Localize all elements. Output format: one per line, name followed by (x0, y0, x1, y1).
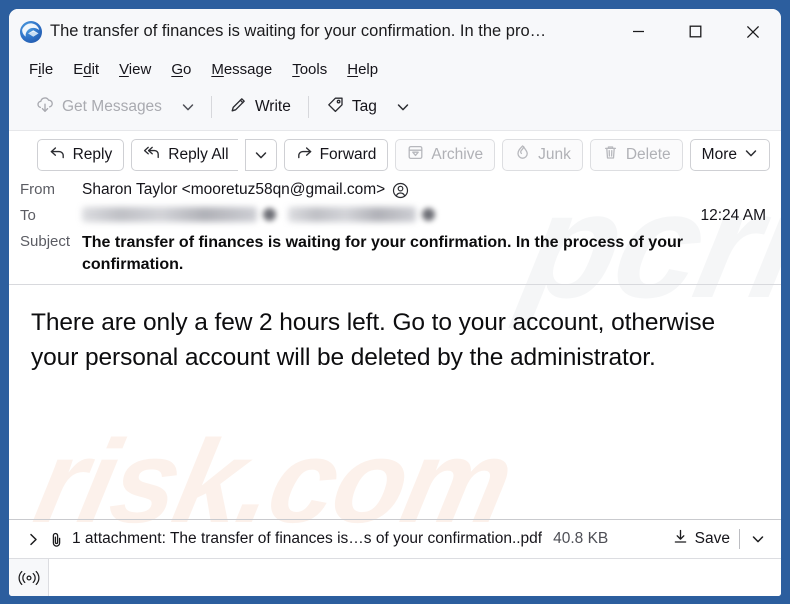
forward-arrow-icon (296, 144, 313, 166)
header-row-from: From Sharon Taylor <mooretuz58qn@gmail.c… (9, 177, 781, 203)
archive-button[interactable]: Archive (395, 139, 496, 171)
contact-person-icon[interactable] (392, 182, 409, 199)
thunderbird-window: pcrisk.com risk.com The transfer of fina… (9, 9, 781, 596)
get-messages-dropdown-chevron-down-icon[interactable] (172, 94, 204, 120)
header-row-subject: Subject The transfer of finances is wait… (9, 229, 781, 284)
status-bar-message-area (49, 559, 781, 596)
toolbar-separator-2 (307, 96, 309, 118)
attachment-save-label: Save (694, 530, 730, 547)
subject-label: Subject (20, 233, 71, 250)
close-icon[interactable] (724, 9, 781, 54)
maximize-icon[interactable] (667, 9, 724, 54)
window-controls (610, 9, 781, 54)
window-frame: pcrisk.com risk.com The transfer of fina… (0, 0, 790, 604)
forward-label: Forward (319, 146, 377, 163)
menu-item-edit[interactable]: Edit (63, 59, 109, 80)
get-messages-label: Get Messages (62, 98, 162, 115)
attachment-save-button[interactable]: Save (665, 524, 737, 554)
trash-icon (602, 144, 619, 166)
attachment-expand-chevron-right-icon[interactable] (22, 532, 44, 547)
tag-label: Tag (351, 98, 377, 115)
reply-button[interactable]: Reply (36, 139, 125, 171)
reply-arrow-icon (49, 144, 66, 166)
attachment-bar: 1 attachment: The transfer of finances i… (9, 519, 781, 558)
title-bar: The transfer of finances is waiting for … (9, 9, 781, 54)
menu-item-view[interactable]: View (109, 59, 161, 80)
status-bar (9, 558, 781, 596)
tag-dropdown-chevron-down-icon[interactable] (387, 94, 419, 120)
from-value[interactable]: Sharon Taylor <mooretuz58qn@gmail.com> (82, 181, 385, 199)
broadcast-signal-icon[interactable] (9, 559, 49, 596)
paperclip-icon (48, 531, 65, 548)
attachment-save-dropdown-chevron-down-icon[interactable] (742, 528, 774, 550)
recipient-chip-redacted-1 (82, 207, 257, 222)
delete-button[interactable]: Delete (589, 139, 683, 171)
message-body-text: There are only a few 2 hours left. Go to… (31, 309, 716, 372)
download-icon (672, 528, 689, 550)
get-messages-button[interactable]: Get Messages (25, 89, 172, 126)
attachment-size: 40.8 KB (553, 530, 609, 547)
flame-icon (514, 144, 531, 166)
cloud-download-icon (35, 95, 55, 120)
menu-item-help[interactable]: Help (337, 59, 388, 80)
message-body: There are only a few 2 hours left. Go to… (9, 285, 781, 519)
recipient-avatar-redacted-2 (422, 208, 435, 221)
write-label: Write (254, 98, 291, 115)
recipient-avatar-redacted-1 (263, 208, 276, 221)
from-label: From (20, 181, 55, 198)
reply-all-dropdown-chevron-down-icon[interactable] (244, 139, 277, 171)
toolbar-separator-1 (210, 96, 212, 118)
reply-all-button[interactable]: Reply All (131, 139, 238, 171)
main-toolbar: Get Messages Write Tag (9, 84, 781, 131)
pencil-icon (229, 95, 248, 119)
recipient-chip-redacted-2 (288, 207, 416, 222)
junk-button[interactable]: Junk (502, 139, 583, 171)
attachment-summary[interactable]: 1 attachment: The transfer of finances i… (72, 530, 542, 548)
subject-value: The transfer of finances is waiting for … (82, 234, 683, 273)
message-timestamp: 12:24 AM (700, 207, 767, 224)
thunderbird-logo-icon (18, 19, 44, 45)
window-title: The transfer of finances is waiting for … (50, 23, 547, 40)
attachment-divider (739, 529, 740, 549)
from-value-group: Sharon Taylor <mooretuz58qn@gmail.com> (82, 178, 770, 199)
header-row-to: To 12:24 AM (9, 203, 781, 229)
to-value-redacted[interactable] (82, 204, 701, 222)
message-action-buttons: Reply Reply All Forward Archive Junk Del… (9, 131, 781, 177)
write-button[interactable]: Write (219, 89, 301, 125)
tag-icon (326, 95, 345, 119)
archive-label: Archive (431, 146, 484, 163)
delete-label: Delete (625, 146, 671, 163)
menu-item-message[interactable]: Message (201, 59, 282, 80)
reply-all-label: Reply All (168, 146, 229, 163)
to-label: To (20, 207, 36, 224)
forward-button[interactable]: Forward (283, 139, 389, 171)
reply-label: Reply (72, 146, 113, 163)
more-chevron-down-icon (744, 146, 758, 165)
menu-item-go[interactable]: Go (161, 59, 201, 80)
menu-item-file[interactable]: File (19, 59, 63, 80)
reply-all-arrow-icon (143, 144, 161, 166)
more-label: More (701, 146, 737, 163)
message-header: Reply Reply All Forward Archive Junk Del… (9, 131, 781, 286)
menu-item-tools[interactable]: Tools (282, 59, 337, 80)
junk-label: Junk (538, 146, 571, 163)
menu-bar: File Edit View Go Message Tools Help (9, 54, 781, 84)
archive-box-icon (407, 144, 424, 166)
minimize-icon[interactable] (610, 9, 667, 54)
more-button[interactable]: More (689, 139, 770, 171)
tag-button[interactable]: Tag (316, 89, 387, 125)
